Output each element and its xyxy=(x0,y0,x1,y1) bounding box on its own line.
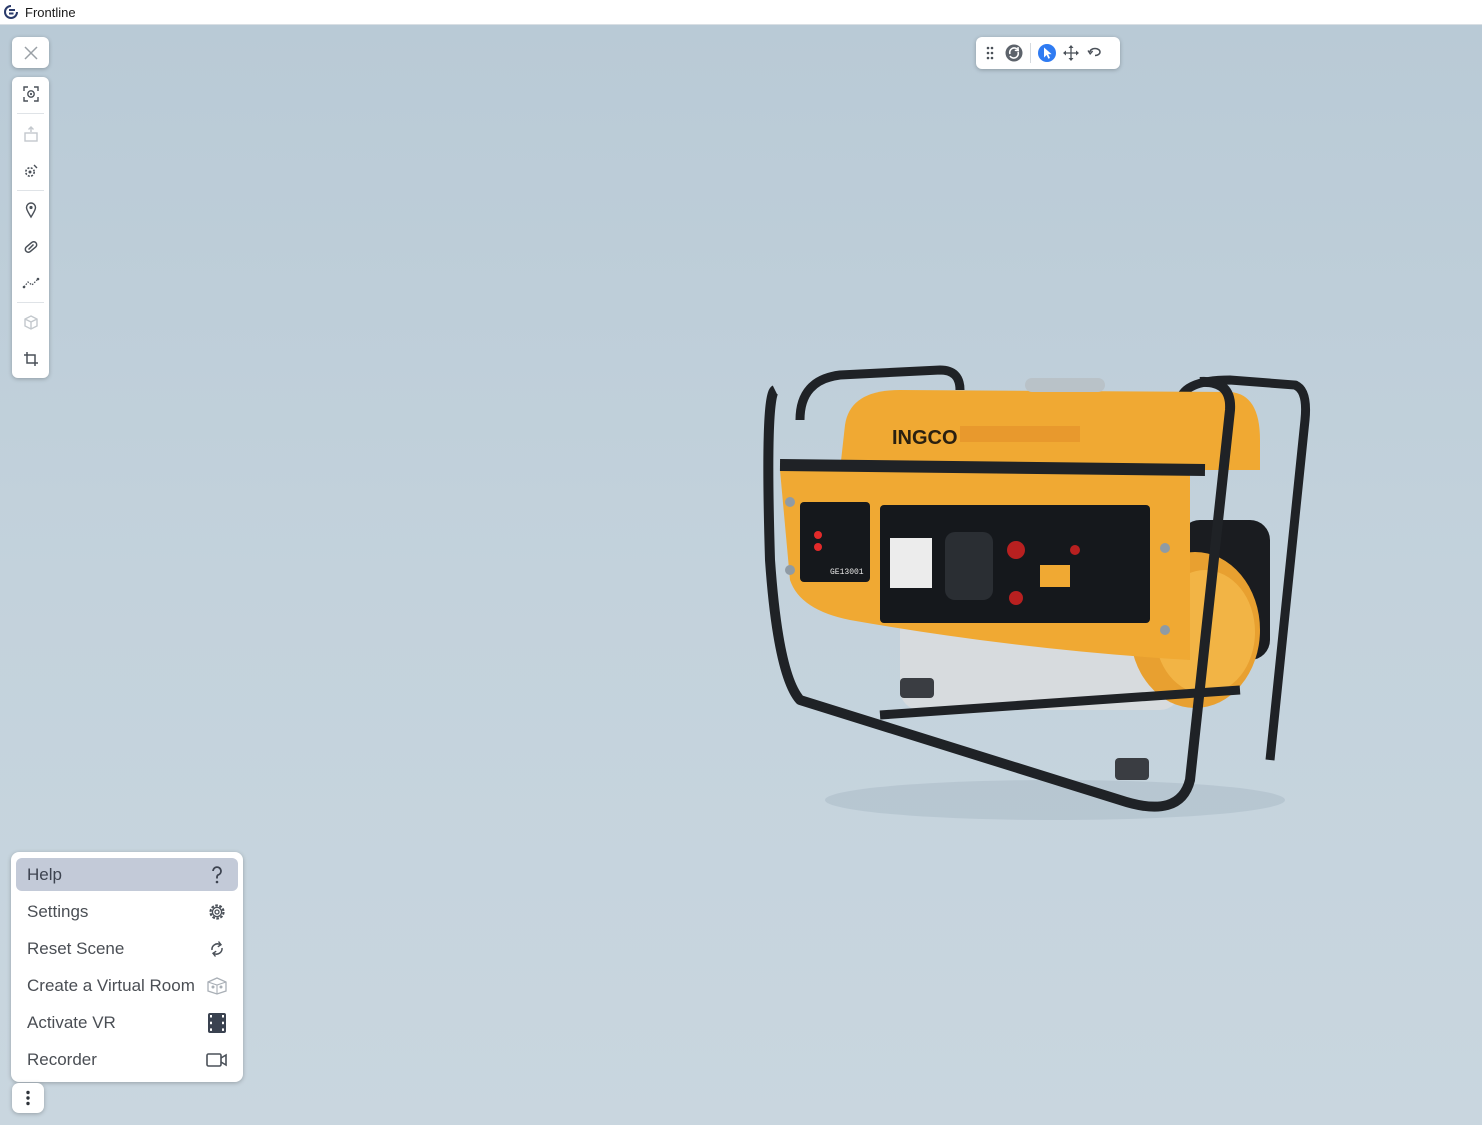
generator-3d-model[interactable]: INGCO GE13001 xyxy=(760,360,1316,830)
focus-target-icon xyxy=(22,86,39,102)
crop-icon xyxy=(23,352,38,366)
brand-label: INGCO xyxy=(892,427,958,449)
orbit-icon xyxy=(1005,44,1023,62)
generator-render: INGCO GE13001 xyxy=(763,365,1310,820)
top-toolbar xyxy=(976,37,1120,69)
serial-label: GE13001 xyxy=(830,568,864,577)
menu-item-settings[interactable]: Settings xyxy=(16,895,238,928)
undo-arrow-icon xyxy=(1087,47,1101,57)
annotation-tool[interactable] xyxy=(12,195,49,225)
refresh-icon xyxy=(206,938,228,960)
toolbar-divider xyxy=(17,302,44,303)
box-lift-icon xyxy=(23,126,38,142)
menu-item-reset-scene[interactable]: Reset Scene xyxy=(16,932,238,965)
question-icon xyxy=(206,864,228,886)
video-camera-icon xyxy=(206,1049,228,1071)
focus-view-tool[interactable] xyxy=(12,79,49,109)
toolbar-divider xyxy=(17,190,44,191)
crop-tool[interactable] xyxy=(12,344,49,374)
move-arrows-icon xyxy=(1063,45,1079,61)
toolbar-divider xyxy=(17,113,44,114)
menu-item-label: Activate VR xyxy=(27,1012,116,1032)
cube-icon xyxy=(23,315,38,330)
close-icon xyxy=(23,45,38,60)
link-icon xyxy=(24,241,37,253)
menu-item-help[interactable]: Help xyxy=(16,858,238,891)
window-title: Frontline xyxy=(25,4,76,20)
vertical-dots-icon xyxy=(26,1090,30,1106)
more-menu-button[interactable] xyxy=(12,1083,44,1113)
menu-item-label: Recorder xyxy=(27,1049,97,1069)
section-tool[interactable] xyxy=(12,156,49,186)
menu-item-label: Settings xyxy=(27,901,89,921)
menu-item-create-virtual-room[interactable]: Create a Virtual Room xyxy=(16,969,238,1002)
path-nodes-icon xyxy=(22,277,39,289)
menu-item-activate-vr[interactable]: Activate VR xyxy=(16,1006,238,1039)
move-tool[interactable] xyxy=(1060,41,1082,65)
virtual-room-icon xyxy=(206,975,228,997)
menu-item-label: Reset Scene xyxy=(27,938,125,958)
drag-handle[interactable] xyxy=(979,41,1001,65)
orbit-tool[interactable] xyxy=(1003,41,1025,65)
menu-item-label: Help xyxy=(27,864,62,884)
path-tool[interactable] xyxy=(12,268,49,298)
frontline-logo-icon xyxy=(4,5,18,19)
map-pin-icon xyxy=(25,202,36,219)
isolate-tool[interactable] xyxy=(12,308,49,338)
attach-tool[interactable] xyxy=(12,232,49,262)
cursor-select-icon xyxy=(1038,44,1056,62)
undo-tool[interactable] xyxy=(1084,41,1106,65)
left-toolbar xyxy=(12,77,49,378)
gear-eye-icon xyxy=(24,164,37,177)
film-strip-icon xyxy=(206,1012,228,1034)
explode-tool[interactable] xyxy=(12,119,49,149)
menu-item-recorder[interactable]: Recorder xyxy=(16,1043,238,1076)
close-button[interactable] xyxy=(12,37,49,68)
title-bar: Frontline xyxy=(0,0,1482,25)
main-menu: Help Settings Reset Scene Create a Virtu… xyxy=(11,852,243,1082)
menu-item-label: Create a Virtual Room xyxy=(27,975,195,995)
toolbar-divider xyxy=(1030,43,1031,63)
gear-icon xyxy=(206,901,228,923)
drag-dots-icon xyxy=(986,46,994,60)
select-tool[interactable] xyxy=(1036,41,1058,65)
